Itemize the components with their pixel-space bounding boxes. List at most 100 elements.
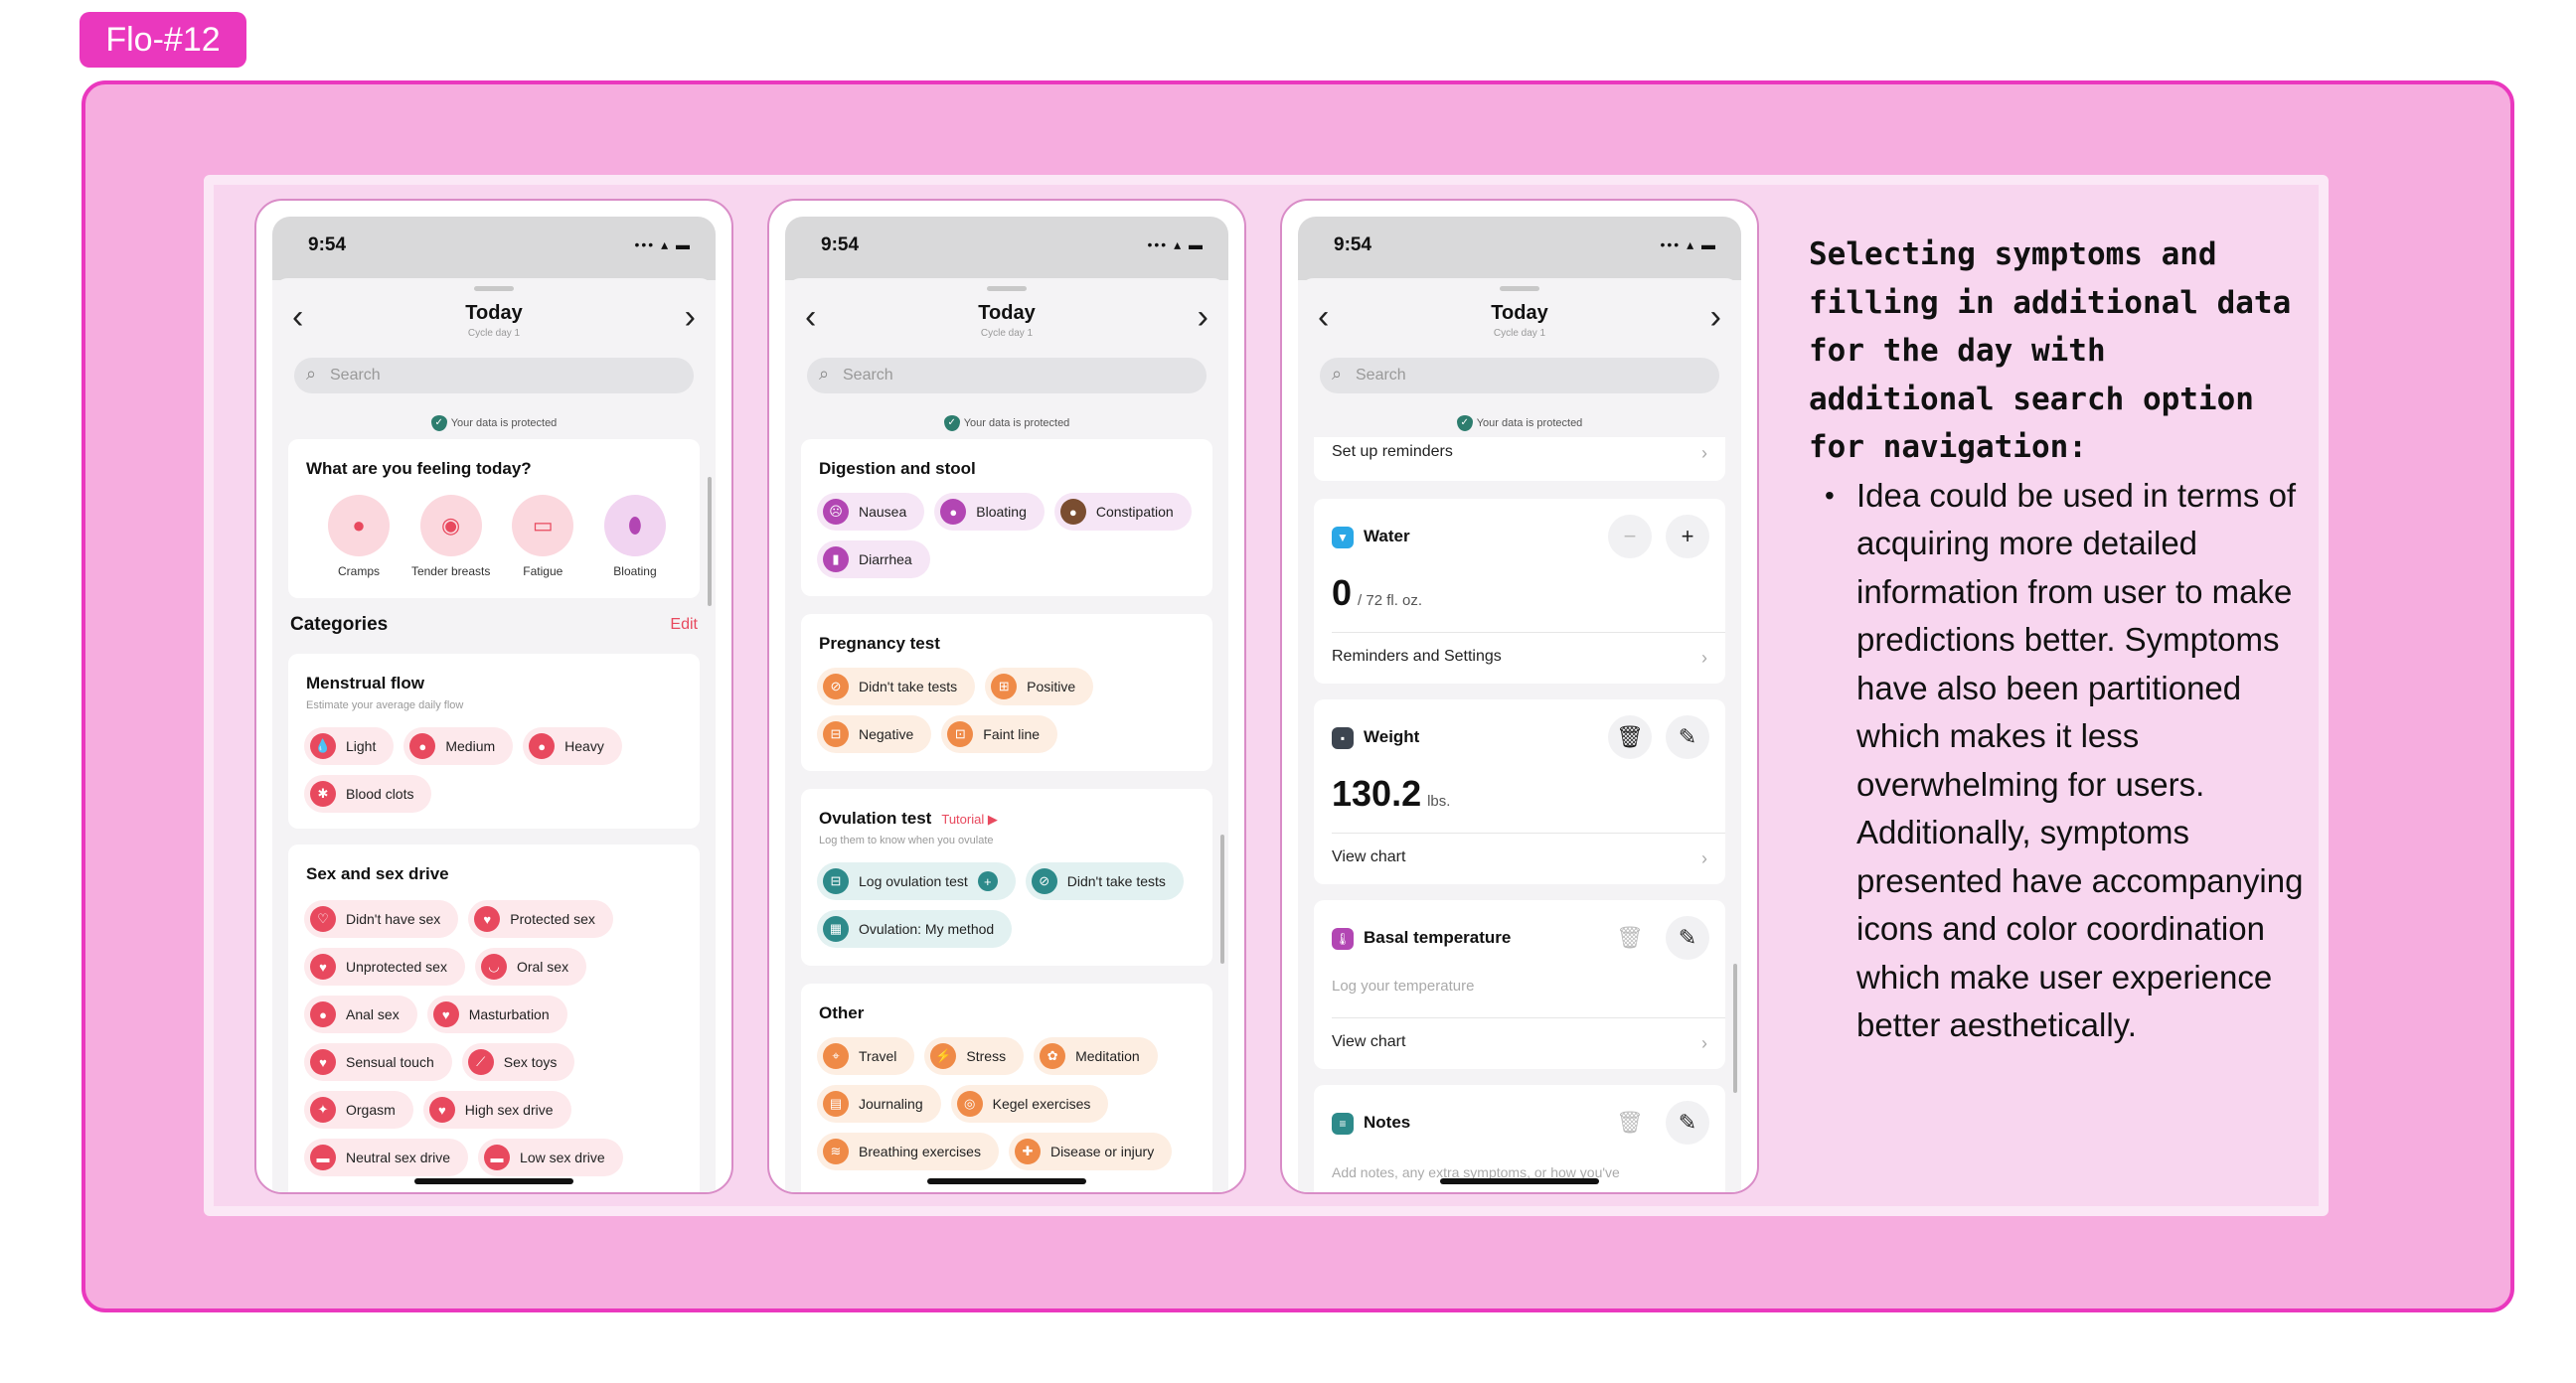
chip-meditation[interactable]: ✿ Meditation [1034, 1037, 1158, 1075]
chip-log-ovulation-test[interactable]: ⊟ Log ovulation test + [817, 862, 1016, 900]
chip-journaling[interactable]: ▤ Journaling [817, 1085, 941, 1123]
categories-heading: Categories [290, 614, 389, 635]
edit-button[interactable]: ✎ [1666, 715, 1709, 759]
sheet-grabber[interactable] [474, 286, 514, 291]
edit-button[interactable]: ✎ [1666, 916, 1709, 960]
page-title: Today [1491, 302, 1548, 324]
chip-kegel-exercises[interactable]: ◎ Kegel exercises [950, 1085, 1109, 1123]
set-up-reminders-row[interactable]: Set up reminders › [1332, 443, 1707, 463]
chip-disease-or-injury[interactable]: ✚ Disease or injury [1008, 1133, 1173, 1170]
chip-sex-toys[interactable]: ⟋ Sex toys [461, 1043, 575, 1081]
phone-screen-symptoms: 9:54 ••• ▴ ▬ ‹ Today Cycle day 1 › ⌕ Sea… [254, 199, 733, 1194]
sheet-grabber[interactable] [987, 286, 1027, 291]
chip-medium[interactable]: ● Medium [403, 727, 514, 765]
chip-anal-sex[interactable]: ● Anal sex [304, 996, 417, 1033]
search-input[interactable]: ⌕ Search [294, 358, 694, 393]
chip-constipation[interactable]: ● Constipation [1053, 493, 1192, 531]
chip-stress[interactable]: ⚡ Stress [924, 1037, 1025, 1075]
basal-view-chart-row[interactable]: View chart › [1332, 1033, 1707, 1053]
chip-orgasm[interactable]: ✦ Orgasm [304, 1091, 413, 1129]
search-placeholder: Search [1356, 367, 1406, 384]
water-reminders-settings-row[interactable]: Reminders and Settings › [1332, 648, 1707, 668]
shield-icon: ✓ [1456, 415, 1473, 431]
card-title: Ovulation test Tutorial ▶ [819, 809, 998, 828]
chip-ovulation-my-method[interactable]: ▦ Ovulation: My method [817, 910, 1013, 948]
reminders-card[interactable]: Set up reminders › [1314, 437, 1725, 481]
description-list: Idea could be used in terms of acquiring… [1823, 472, 2306, 1050]
chip-light[interactable]: 💧 Light [304, 727, 395, 765]
ovulation-test-card: Ovulation test Tutorial ▶ Log them to kno… [801, 789, 1212, 966]
chip-oral-sex[interactable]: ◡ Oral sex [474, 948, 587, 986]
chip-faint-line[interactable]: ⊡ Faint line [941, 715, 1058, 753]
chip-nausea[interactable]: ☹ Nausea [817, 493, 925, 531]
chip-unprotected-sex[interactable]: ♥ Unprotected sex [304, 948, 465, 986]
status-bar: 9:54 ••• ▴ ▬ [272, 217, 716, 280]
uterus-icon: ● [328, 495, 390, 556]
forward-chevron-icon[interactable]: › [1710, 300, 1721, 334]
chip-positive[interactable]: ⊞ Positive [985, 668, 1094, 705]
test-negative-icon: ⊟ [823, 721, 849, 747]
tutorial-link[interactable]: Tutorial ▶ [941, 812, 998, 827]
pencil-icon: ✎ [1678, 925, 1697, 950]
edit-button[interactable]: ✎ [1666, 1101, 1709, 1145]
chip-breathing-exercises[interactable]: ≋ Breathing exercises [817, 1133, 999, 1170]
chip-didnt-take-ovulation-tests[interactable]: ⊘ Didn't take tests [1025, 862, 1184, 900]
chip-travel[interactable]: ⌖ Travel [817, 1037, 915, 1075]
status-icons: ••• ▴ ▬ [1147, 236, 1205, 252]
weight-value: 130.2 lbs. [1332, 773, 1451, 814]
sheet-grabber[interactable] [1500, 286, 1539, 291]
delete-button[interactable]: 🗑 [1608, 715, 1652, 759]
forward-chevron-icon[interactable]: › [685, 300, 696, 334]
chip-low-sex-drive[interactable]: ▬ Low sex drive [478, 1139, 623, 1176]
chevron-right-icon: › [1701, 648, 1707, 668]
forward-chevron-icon[interactable]: › [1198, 300, 1208, 334]
chip-didnt-take-tests[interactable]: ⊘ Didn't take tests [817, 668, 976, 705]
scrollbar[interactable] [1733, 964, 1737, 1093]
test-off-icon: ⊘ [1031, 868, 1057, 894]
plus-button[interactable]: + [1666, 515, 1709, 558]
delete-button[interactable]: 🗑 [1608, 1101, 1652, 1145]
scrollbar[interactable] [1220, 835, 1224, 964]
test-off-icon: ⊘ [823, 674, 849, 699]
day-sheet: ‹ Today Cycle day 1 › ⌕ Search ✓ Your dat… [272, 278, 716, 1192]
temperature-placeholder[interactable]: Log your temperature [1332, 978, 1474, 995]
weight-view-chart-row[interactable]: View chart › [1332, 848, 1707, 868]
home-indicator [414, 1178, 573, 1184]
search-input[interactable]: ⌕ Search [1320, 358, 1719, 393]
chip-blood-clots[interactable]: ✱ Blood clots [304, 775, 432, 813]
feeling-fatigue[interactable]: ▭ Fatigue [498, 495, 587, 578]
chip-high-sex-drive[interactable]: ♥ High sex drive [422, 1091, 571, 1129]
minus-button[interactable]: − [1608, 515, 1652, 558]
plus-icon: + [977, 871, 998, 891]
test-faint-icon: ⊡ [947, 721, 974, 747]
edit-link[interactable]: Edit [670, 616, 698, 634]
trash-icon: 🗑 [1616, 1110, 1644, 1135]
search-icon: ⌕ [306, 364, 317, 384]
water-title: Water [1364, 527, 1410, 545]
search-input[interactable]: ⌕ Search [807, 358, 1207, 393]
card-title: Sex and sex drive [306, 864, 449, 883]
chip-sensual-touch[interactable]: ♥ Sensual touch [304, 1043, 452, 1081]
feeling-bloating[interactable]: ⬮ Bloating [590, 495, 680, 578]
scrollbar[interactable] [708, 477, 712, 606]
bandage-icon: ✚ [1014, 1139, 1041, 1164]
chip-negative[interactable]: ⊟ Negative [817, 715, 932, 753]
slide-tag: Flo-#12 [80, 12, 246, 68]
feeling-cramps[interactable]: ● Cramps [314, 495, 403, 578]
chip-neutral-sex-drive[interactable]: ▬ Neutral sex drive [304, 1139, 469, 1176]
chip-diarrhea[interactable]: ▮ Diarrhea [817, 540, 930, 578]
chip-didnt-have-sex[interactable]: ♡ Didn't have sex [304, 900, 459, 938]
chip-masturbation[interactable]: ♥ Masturbation [426, 996, 567, 1033]
minus-icon: − [1623, 524, 1637, 548]
chip-heavy[interactable]: ● Heavy [523, 727, 622, 765]
battery-icon: ▭ [512, 495, 574, 556]
feeling-tender-breasts[interactable]: ◉ Tender breasts [406, 495, 496, 578]
balloon-icon: ● [940, 499, 967, 525]
description-heading: Selecting symptoms and filling in additi… [1809, 236, 2292, 465]
chip-protected-sex[interactable]: ♥ Protected sex [468, 900, 613, 938]
play-icon: ▶ [987, 812, 998, 827]
delete-button[interactable]: 🗑 [1608, 916, 1652, 960]
balloon-icon: ⬮ [603, 495, 666, 556]
chip-bloating[interactable]: ● Bloating [934, 493, 1045, 531]
menstrual-flow-card: Menstrual flow Estimate your average dai… [288, 654, 700, 829]
